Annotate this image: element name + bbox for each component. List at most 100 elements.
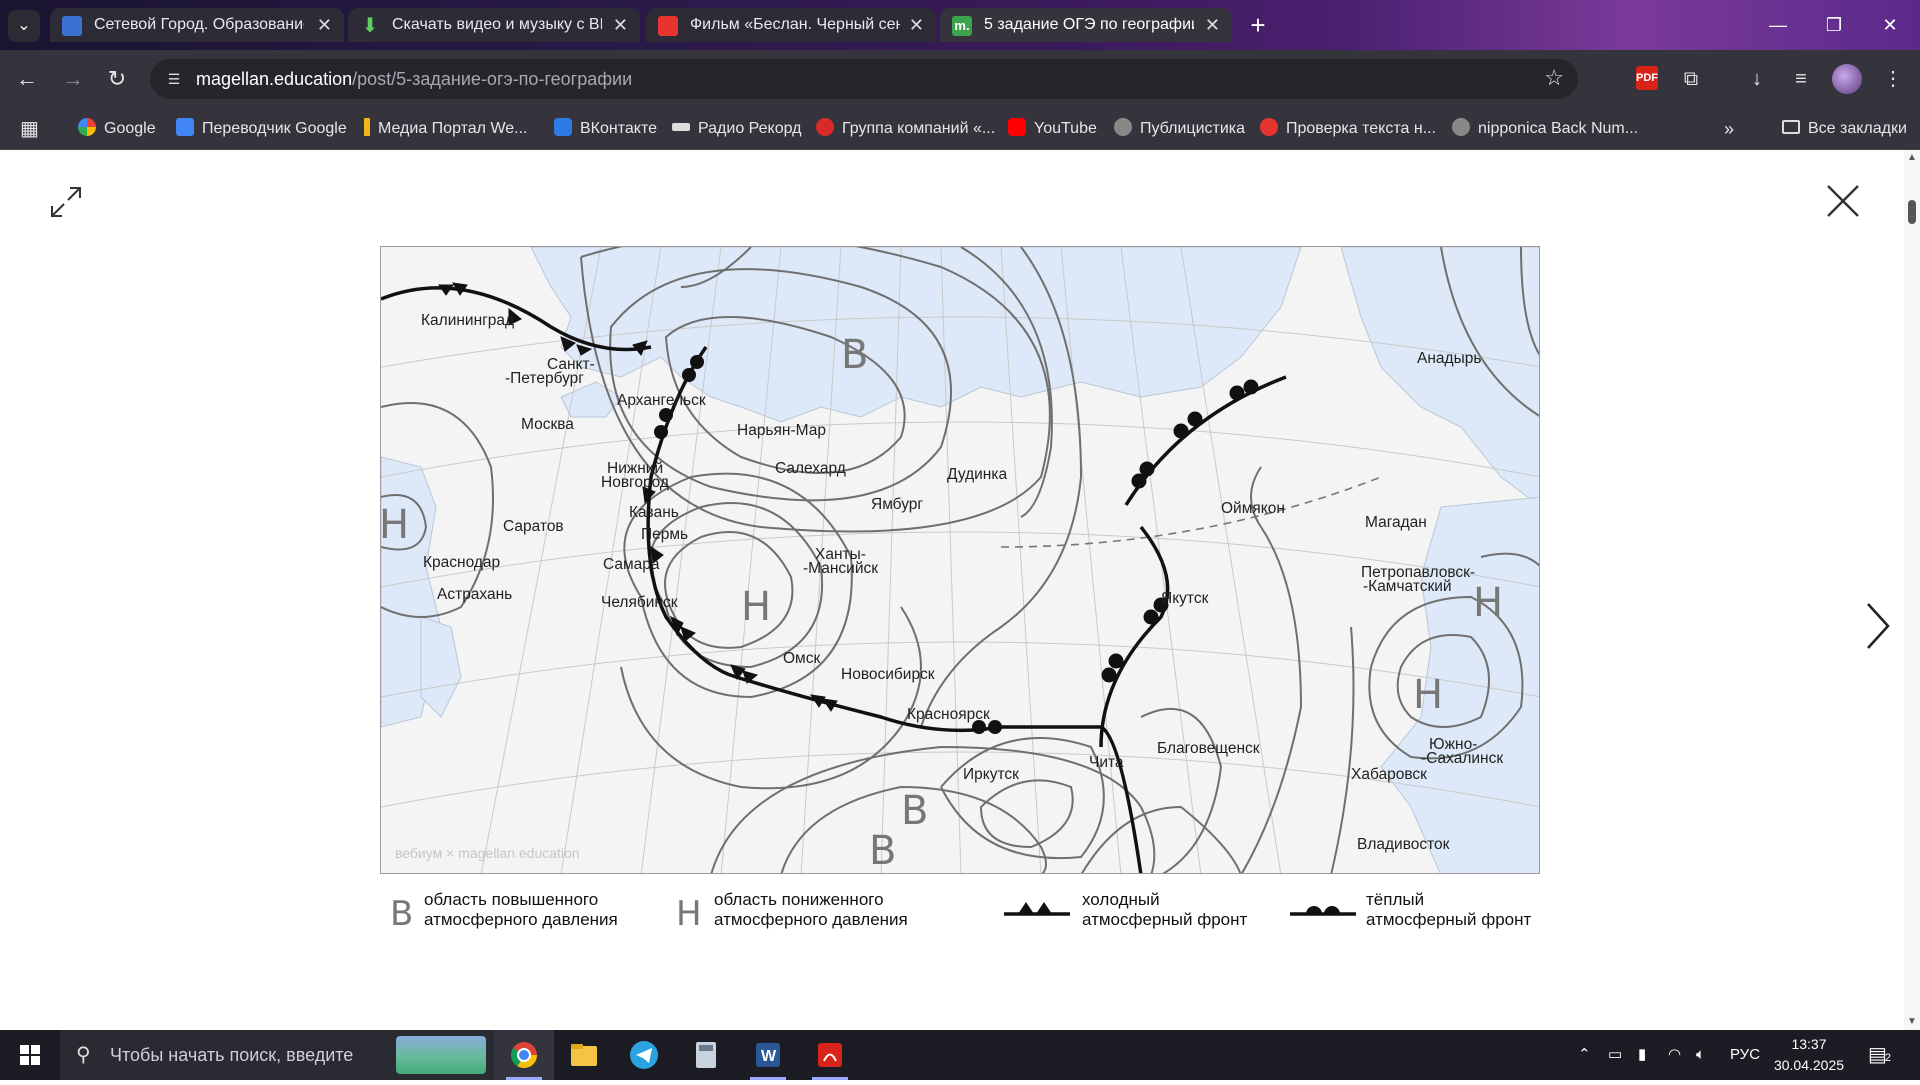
media-portal-icon — [364, 118, 370, 137]
city-label: Якутск — [1161, 590, 1209, 607]
notifications-icon[interactable]: ▤2 — [1868, 1030, 1891, 1083]
word-icon[interactable]: W — [738, 1030, 798, 1080]
browser-toolbar: ← → ↻ ☰ magellan.education/post/5-задани… — [0, 50, 1920, 108]
map-watermark: вебиум × magellan.education — [395, 845, 580, 861]
taskbar-search-box[interactable]: ⚲ Чтобы начать поиск, введите — [60, 1030, 496, 1080]
city-label: Москва — [521, 416, 574, 433]
close-tab-icon[interactable]: ✕ — [909, 8, 924, 42]
bookmarks-overflow-chevron[interactable]: » — [1724, 108, 1734, 150]
wifi-icon[interactable]: ◠ — [1668, 1030, 1681, 1080]
city-label: Пермь — [641, 526, 689, 543]
tab-search-chevron-icon[interactable]: ⌄ — [8, 10, 40, 42]
city-label: Астрахань — [437, 586, 513, 603]
bookmark-media-portal[interactable]: Медиа Портал We... — [364, 108, 528, 150]
apps-grid-icon[interactable]: ▦ — [20, 108, 39, 150]
taskbar-clock[interactable]: 13:37 30.04.2025 — [1764, 1034, 1854, 1076]
close-tab-icon[interactable]: ✕ — [317, 8, 332, 42]
youtube-favicon-icon — [658, 16, 678, 36]
city-label: Новгород — [601, 474, 669, 491]
high-pressure-mark: В — [869, 828, 897, 874]
legend-low-pressure: область пониженного атмосферного давления — [714, 890, 908, 929]
address-bar[interactable]: ☰ magellan.education/post/5-задание-огэ-… — [150, 59, 1578, 99]
new-tab-plus-icon[interactable]: + — [1242, 10, 1274, 42]
bookmark-star-icon[interactable]: ☆ — [1544, 65, 1564, 91]
downloads-icon[interactable]: ↓ — [1742, 64, 1772, 94]
bookmark-radio-record[interactable]: Радио Рекорд — [672, 108, 801, 150]
tab-vk-download[interactable]: ⬇ Скачать видео и музыку с ВК ( ✕ — [348, 8, 640, 42]
acrobat-reader-icon[interactable] — [800, 1030, 860, 1080]
bookmark-nipponica[interactable]: nipponica Back Num... — [1452, 108, 1638, 150]
calculator-icon[interactable] — [676, 1030, 736, 1080]
low-pressure-mark: Н — [1473, 580, 1504, 626]
expand-fullscreen-icon[interactable] — [48, 184, 84, 220]
globe-icon — [1114, 118, 1132, 137]
input-language[interactable]: РУС — [1730, 1030, 1760, 1080]
chrome-app-icon[interactable] — [494, 1030, 554, 1080]
file-explorer-icon[interactable] — [554, 1030, 614, 1080]
legend-cold-front: холодный атмосферный фронт — [1082, 890, 1248, 929]
scroll-up-arrow-icon[interactable]: ▲ — [1907, 152, 1917, 163]
next-image-chevron-icon[interactable] — [1864, 602, 1892, 650]
menu-dots-icon[interactable]: ⋮ — [1878, 64, 1908, 94]
all-bookmarks-folder[interactable]: Все закладки — [1782, 108, 1907, 150]
telegram-icon[interactable] — [614, 1030, 674, 1080]
vk-icon — [554, 118, 572, 137]
bookmark-translate[interactable]: Переводчик Google — [176, 108, 347, 150]
bookmark-youtube[interactable]: YouTube — [1008, 108, 1097, 150]
volume-icon[interactable]: 🔈︎ — [1696, 1030, 1705, 1080]
city-label: Оймякон — [1221, 500, 1285, 517]
window-close-icon[interactable]: ✕ — [1862, 0, 1918, 50]
minimize-icon[interactable]: — — [1750, 0, 1806, 50]
url-text[interactable]: magellan.education/post/5-задание-огэ-по… — [196, 59, 632, 99]
tab-oge-geography[interactable]: m. 5 задание ОГЭ по географии ✕ — [940, 8, 1232, 42]
restore-icon[interactable]: ❐ — [1806, 0, 1862, 50]
close-tab-icon[interactable]: ✕ — [613, 8, 628, 42]
media-queue-icon[interactable]: ≡ — [1786, 64, 1816, 94]
windows-start-icon[interactable] — [0, 1030, 60, 1080]
city-label: Саратов — [503, 518, 564, 535]
tray-overflow-chevron-icon[interactable]: ⌃ — [1578, 1030, 1591, 1080]
bookmark-publicistika[interactable]: Публицистика — [1114, 108, 1245, 150]
meet-now-icon[interactable]: ▭ — [1608, 1030, 1622, 1080]
globe-icon — [1452, 118, 1470, 137]
tab-setevoy-gorod[interactable]: Сетевой Город. Образование. ✕ — [50, 8, 344, 42]
bookmark-group-companies[interactable]: Группа компаний «... — [816, 108, 995, 150]
bookmark-google[interactable]: Google — [78, 108, 156, 150]
acrobat-extension-icon[interactable]: PDF — [1636, 66, 1658, 90]
search-highlight-image — [396, 1036, 486, 1074]
tab-beslan-film[interactable]: Фильм «Беслан. Черный сентя ✕ — [646, 8, 936, 42]
synoptic-map: В В В Н Н Н Н Калининград Санкт- -Петерб… — [380, 246, 1540, 874]
close-lightbox-icon[interactable] — [1826, 184, 1860, 218]
city-label: Магадан — [1365, 514, 1427, 531]
text-check-icon — [1260, 118, 1278, 137]
city-label: Калининград — [421, 312, 515, 329]
forward-arrow-icon[interactable]: → — [56, 62, 90, 96]
high-pressure-mark: В — [901, 788, 929, 834]
profile-avatar[interactable] — [1832, 64, 1862, 94]
city-label: -Петербург — [505, 370, 584, 387]
radio-record-icon — [672, 123, 690, 132]
city-label: Краснодар — [423, 554, 501, 571]
city-label: Самара — [603, 556, 660, 573]
city-label: Дудинка — [947, 466, 1008, 483]
city-label: Чита — [1089, 754, 1124, 771]
scrollbar-thumb[interactable] — [1908, 200, 1916, 224]
city-label: Архангельск — [617, 392, 706, 409]
extensions-puzzle-icon[interactable]: ⧉ — [1676, 64, 1706, 94]
bookmark-vkontakte[interactable]: ВКонтакте — [554, 108, 657, 150]
site-info-icon[interactable]: ☰ — [164, 69, 184, 89]
folder-icon — [1782, 120, 1800, 135]
back-arrow-icon[interactable]: ← — [10, 62, 44, 96]
high-pressure-mark: В — [841, 332, 869, 378]
windows-taskbar: ⚲ Чтобы начать поиск, введите W ⌃ ▭ ▮ ◠ … — [0, 1030, 1920, 1080]
battery-icon[interactable]: ▮ — [1638, 1030, 1646, 1080]
bookmark-text-check[interactable]: Проверка текста н... — [1260, 108, 1436, 150]
city-label: Красноярск — [907, 706, 990, 723]
city-label: Омск — [783, 650, 821, 667]
tab-strip: ⌄ Сетевой Город. Образование. ✕ ⬇ Скачат… — [0, 0, 1920, 50]
scroll-down-arrow-icon[interactable]: ▼ — [1907, 1016, 1917, 1027]
page-scrollbar[interactable]: ▲ ▼ — [1904, 150, 1920, 1030]
netschool-favicon-icon — [62, 16, 82, 36]
reload-icon[interactable]: ↻ — [100, 62, 134, 96]
close-tab-icon[interactable]: ✕ — [1205, 8, 1220, 42]
